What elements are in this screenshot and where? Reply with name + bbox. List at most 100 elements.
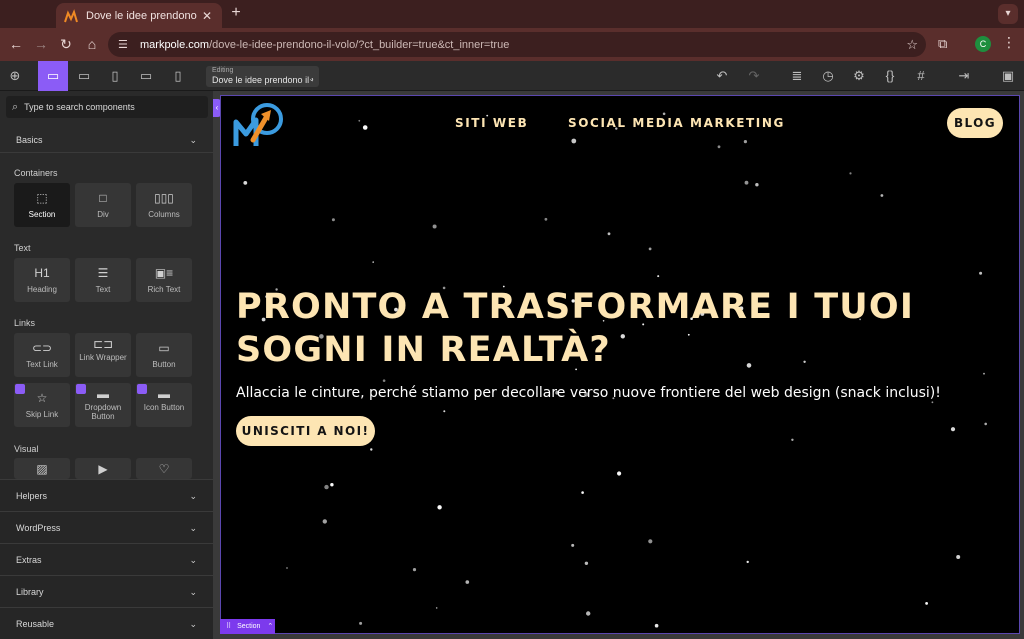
hero-heading[interactable]: PRONTO A TRASFORMARE I TUOI SOGNI IN REA… bbox=[236, 286, 1016, 372]
text-link-component[interactable]: ⊂⊃ Text Link bbox=[14, 333, 70, 377]
history-icon[interactable]: ◷ bbox=[813, 61, 843, 91]
drag-handle-icon[interactable]: ⠿ bbox=[226, 623, 231, 630]
extras-section-header[interactable]: Extras ⌄ bbox=[0, 543, 213, 575]
chevron-down-icon: ⌄ bbox=[189, 587, 197, 597]
site-favicon-icon bbox=[64, 8, 78, 22]
star-dot bbox=[979, 271, 983, 275]
basics-label: Basics bbox=[16, 135, 43, 145]
address-bar[interactable]: ☰ markpole.com/dove-le-idee-prendono-il-… bbox=[108, 32, 926, 57]
bookmark-star-icon[interactable]: ☆ bbox=[906, 37, 918, 53]
page-preview-section[interactable]: SITI WEB SOCIAL MEDIA MARKETING BLOG PRO… bbox=[220, 95, 1020, 634]
link-wrapper-component[interactable]: ⊏⊐ Link Wrapper bbox=[75, 333, 131, 377]
star-dot bbox=[322, 519, 327, 524]
profile-avatar[interactable]: C bbox=[975, 36, 991, 52]
video-component[interactable]: ▶ bbox=[75, 458, 131, 479]
back-icon[interactable]: ← bbox=[8, 36, 24, 52]
site-logo[interactable] bbox=[233, 102, 287, 148]
close-tab-icon[interactable]: ✕ bbox=[200, 9, 214, 23]
editing-page-selector[interactable]: Editing Dove le idee prendono il volo ⌄ bbox=[206, 66, 319, 87]
image-component[interactable]: ▨ bbox=[14, 458, 70, 479]
star-dot bbox=[849, 172, 852, 175]
nav-link-social-media-marketing[interactable]: SOCIAL MEDIA MARKETING bbox=[568, 116, 785, 130]
exit-builder-icon[interactable]: ⇥ bbox=[949, 61, 979, 91]
redo-icon[interactable]: ↷ bbox=[739, 61, 769, 91]
columns-component[interactable]: ▯▯▯ Columns bbox=[136, 183, 192, 227]
tab-title: Dove le idee prendono il volo bbox=[86, 9, 200, 22]
visual-category: Visual bbox=[14, 444, 39, 454]
wordpress-section-header[interactable]: WordPress ⌄ bbox=[0, 511, 213, 543]
button-component[interactable]: ▭ Button bbox=[136, 333, 192, 377]
editing-label: Editing bbox=[212, 67, 234, 74]
desktop-view-icon[interactable]: ▭ bbox=[38, 61, 68, 91]
skip-link-component[interactable]: ☆ Skip Link bbox=[14, 383, 70, 427]
section-icon: ⬚ bbox=[36, 191, 48, 205]
text-component[interactable]: ☰ Text bbox=[75, 258, 131, 302]
star-dot bbox=[359, 621, 363, 625]
extensions-icon[interactable]: ⧉ bbox=[938, 36, 947, 52]
tile-label: Link Wrapper bbox=[79, 353, 127, 362]
hero-subtitle[interactable]: Allaccia le cinture, perché stiamo per d… bbox=[236, 384, 1016, 402]
heading-component[interactable]: H1 Heading bbox=[14, 258, 70, 302]
star-dot bbox=[984, 422, 987, 426]
editing-page-name: Dove le idee prendono il volo bbox=[212, 75, 313, 85]
columns-icon: ▯▯▯ bbox=[154, 191, 174, 205]
component-search-input[interactable] bbox=[24, 102, 195, 112]
heading-icon: H1 bbox=[34, 266, 50, 280]
dropdown-button-component[interactable]: ▬ Dropdown Button bbox=[75, 383, 131, 427]
star-dot bbox=[654, 623, 659, 628]
reload-icon[interactable]: ↻ bbox=[58, 36, 74, 52]
basics-section-header[interactable]: Basics ⌄ bbox=[0, 127, 213, 153]
tab-search-chevron-icon[interactable]: ▾ bbox=[998, 4, 1018, 24]
library-section-header[interactable]: Library ⌄ bbox=[0, 575, 213, 607]
code-braces-icon[interactable]: {} bbox=[875, 61, 905, 91]
section-component[interactable]: ⬚ Section bbox=[14, 183, 70, 227]
tablet-landscape-view-icon[interactable]: ▭ bbox=[131, 61, 161, 91]
tile-label: Button bbox=[152, 360, 176, 369]
helpers-section-header[interactable]: Helpers ⌄ bbox=[0, 479, 213, 511]
link-wrapper-icon: ⊏⊐ bbox=[92, 337, 114, 351]
new-tab-icon[interactable]: + bbox=[228, 4, 244, 22]
rich-text-component[interactable]: ▣≡ Rich Text bbox=[136, 258, 192, 302]
chevron-down-icon: ⌄ bbox=[189, 619, 197, 629]
save-icon[interactable]: ▣ bbox=[993, 61, 1023, 91]
blog-button[interactable]: BLOG bbox=[947, 108, 1003, 138]
settings-gear-icon[interactable]: ⚙ bbox=[844, 61, 874, 91]
grid-hash-icon[interactable]: # bbox=[906, 61, 936, 91]
star-dot bbox=[435, 607, 438, 609]
star-dot bbox=[956, 555, 961, 559]
undo-icon[interactable]: ↶ bbox=[707, 61, 737, 91]
tile-label: Columns bbox=[148, 210, 180, 219]
forward-icon[interactable]: → bbox=[33, 36, 49, 52]
selected-element-tag[interactable]: ⠿ Section ⌃ bbox=[220, 619, 275, 634]
star-dot bbox=[331, 218, 335, 222]
search-icon: ⌕ bbox=[12, 100, 19, 113]
join-us-button[interactable]: UNISCITI A NOI! bbox=[236, 416, 375, 446]
add-element-icon[interactable]: ⊕ bbox=[0, 61, 30, 91]
structure-panel-icon[interactable]: ≣ bbox=[782, 61, 812, 91]
tablet-view-icon[interactable]: ▯ bbox=[100, 61, 130, 91]
icon-component[interactable]: ♡ bbox=[136, 458, 192, 479]
chevron-up-icon[interactable]: ⌃ bbox=[267, 623, 273, 630]
mobile-view-icon[interactable]: ▯ bbox=[163, 61, 193, 91]
nav-link-siti-web[interactable]: SITI WEB bbox=[455, 116, 528, 130]
star-dot bbox=[362, 125, 368, 130]
browser-menu-icon[interactable]: ⋮ bbox=[1002, 34, 1016, 51]
star-dot bbox=[925, 602, 928, 605]
tile-label: Icon Button bbox=[143, 403, 185, 412]
reusable-section-header[interactable]: Reusable ⌄ bbox=[0, 607, 213, 639]
star-dot bbox=[544, 217, 548, 221]
icon-button-component[interactable]: ▬ Icon Button bbox=[136, 383, 192, 427]
star-dot bbox=[584, 561, 589, 565]
button-icon: ▭ bbox=[158, 341, 170, 355]
browser-tab[interactable]: Dove le idee prendono il volo ✕ bbox=[56, 3, 222, 28]
star-dot bbox=[607, 232, 611, 236]
url-text[interactable]: markpole.com/dove-le-idee-prendono-il-vo… bbox=[140, 39, 509, 51]
pro-badge-icon bbox=[15, 384, 25, 394]
home-icon[interactable]: ⌂ bbox=[84, 36, 100, 52]
laptop-view-icon[interactable]: ▭ bbox=[69, 61, 99, 91]
site-info-icon[interactable]: ☰ bbox=[118, 38, 132, 52]
builder-canvas: ‹ SITI WEB SOCIAL MEDIA MARKETING BLOG P… bbox=[213, 91, 1024, 639]
div-component[interactable]: □ Div bbox=[75, 183, 131, 227]
component-search[interactable]: ⌕ bbox=[6, 96, 208, 118]
star-dot bbox=[412, 568, 417, 572]
